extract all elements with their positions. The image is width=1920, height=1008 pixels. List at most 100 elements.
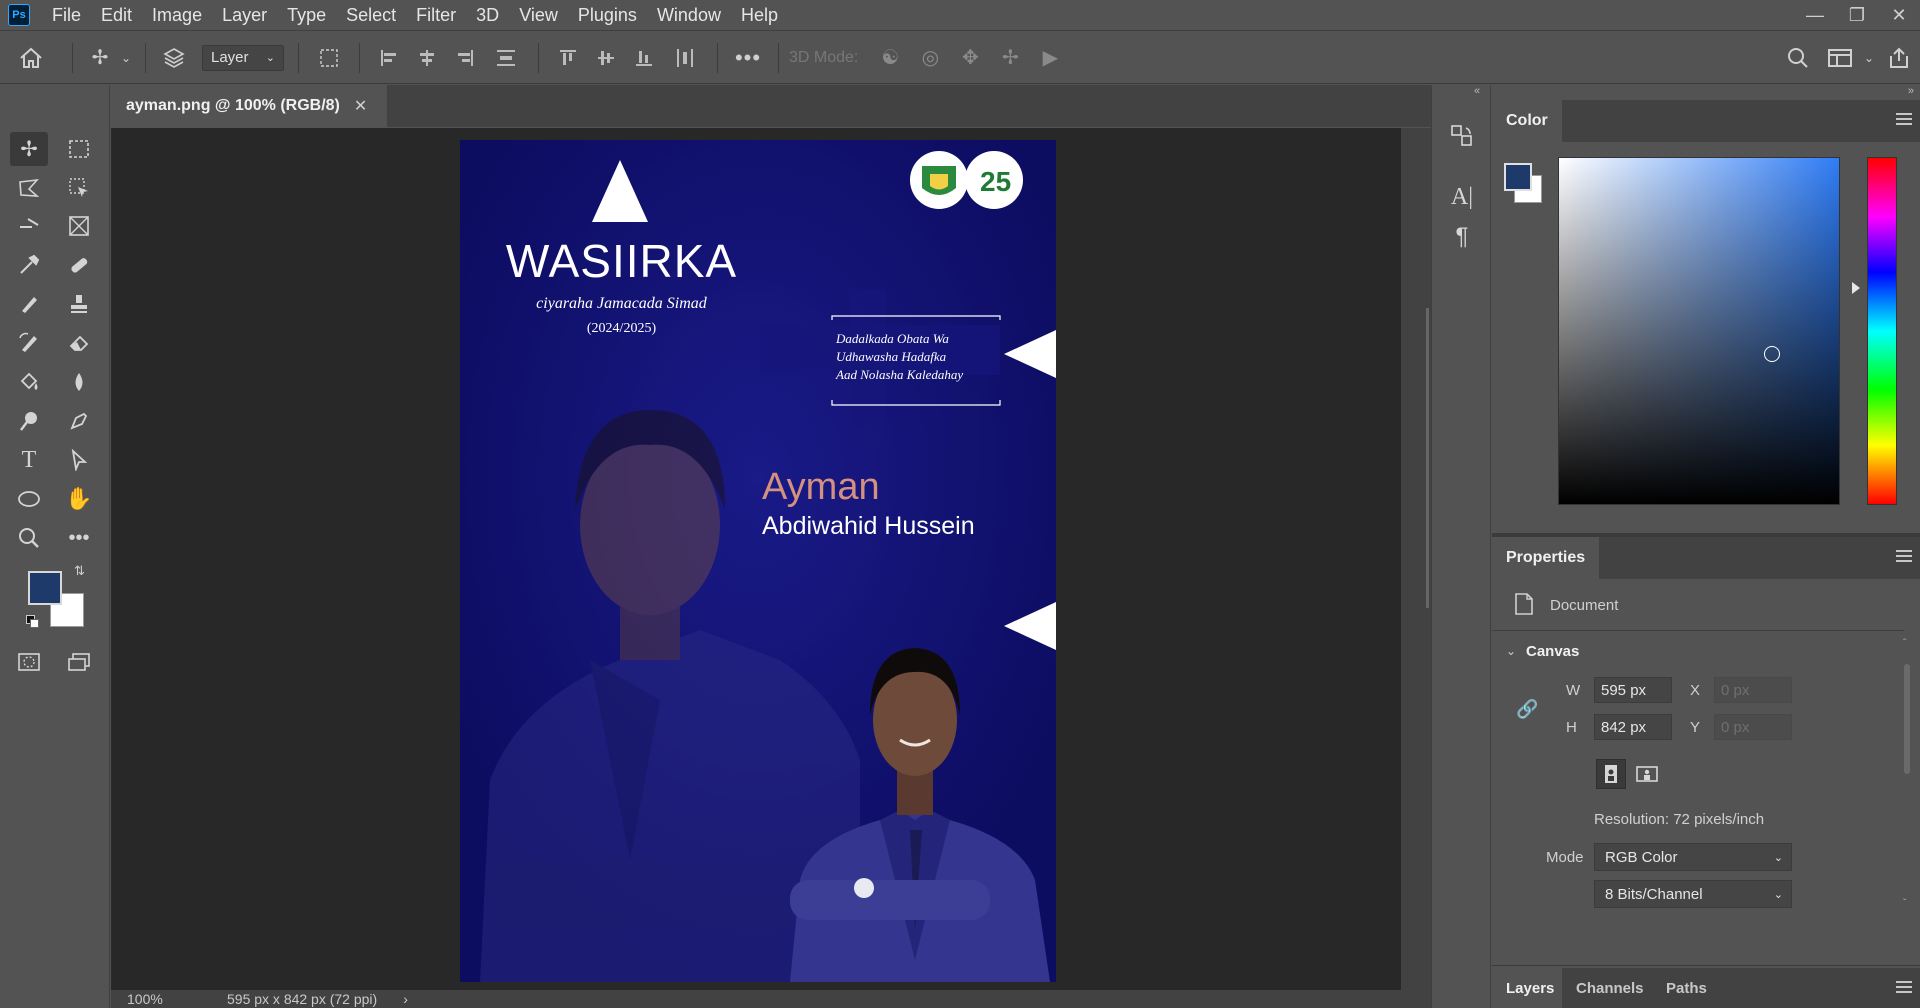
zoom-tool-icon[interactable] [10, 521, 48, 555]
expand-panels-icon[interactable]: » [1908, 85, 1914, 97]
3d-roll-icon[interactable]: ◎ [910, 32, 950, 84]
document-info[interactable]: 595 px x 842 px (72 ppi) [227, 991, 377, 1007]
transform-controls-icon[interactable] [309, 32, 349, 84]
history-brush-tool-icon[interactable] [10, 326, 48, 360]
more-options-icon[interactable]: ••• [728, 32, 768, 84]
character-panel-icon[interactable]: A| [1442, 177, 1482, 217]
align-top-icon[interactable] [549, 32, 587, 84]
move-tool-icon[interactable]: ✢ [83, 32, 117, 84]
minimize-icon[interactable]: — [1794, 0, 1836, 31]
move-tool-icon[interactable]: ✢ [10, 132, 48, 166]
restore-icon[interactable]: ❐ [1836, 0, 1878, 31]
menu-filter[interactable]: Filter [406, 0, 466, 31]
more-tools-icon[interactable]: ••• [60, 521, 98, 555]
link-icon[interactable]: 🔗 [1516, 699, 1538, 720]
tab-paths[interactable]: Paths [1652, 968, 1721, 1008]
paint-bucket-tool-icon[interactable] [10, 365, 48, 399]
share-icon[interactable] [1878, 32, 1920, 84]
canvas-height-input[interactable]: 842 px [1594, 714, 1672, 740]
tab-properties[interactable]: Properties [1492, 537, 1600, 579]
lasso-tool-icon[interactable] [10, 171, 48, 205]
canvas-area[interactable]: WASIIRKA ciyaraha Jamacada Simad (2024/2… [111, 128, 1401, 990]
home-icon[interactable] [0, 32, 62, 84]
marquee-tool-icon[interactable] [60, 132, 98, 166]
close-window-icon[interactable]: ✕ [1878, 0, 1920, 31]
3d-camera-icon[interactable]: ▶ [1030, 32, 1070, 84]
hand-tool-icon[interactable]: ✋ [60, 482, 98, 516]
chevron-right-icon[interactable]: › [403, 991, 408, 1007]
document-tab[interactable]: ayman.png @ 100% (RGB/8) ✕ [111, 85, 387, 127]
search-icon[interactable] [1776, 32, 1820, 84]
foreground-color-swatch[interactable] [28, 571, 62, 605]
paragraph-panel-icon[interactable]: ¶ [1442, 217, 1482, 257]
hue-slider[interactable] [1867, 157, 1897, 505]
menu-layer[interactable]: Layer [212, 0, 277, 31]
3d-slide-icon[interactable]: ✢ [990, 32, 1030, 84]
auto-select-layers-icon[interactable] [156, 32, 192, 84]
quick-mask-icon[interactable] [10, 645, 48, 679]
color-mode-select[interactable]: RGB Color ⌄ [1594, 843, 1792, 871]
menu-window[interactable]: Window [647, 0, 731, 31]
object-selection-tool-icon[interactable] [60, 171, 98, 205]
canvas-y-input[interactable]: 0 px [1714, 714, 1792, 740]
canvas-x-input[interactable]: 0 px [1714, 677, 1792, 703]
auto-select-target-select[interactable]: Layer ⌄ [202, 44, 284, 71]
canvas-width-input[interactable]: 595 px [1594, 677, 1672, 703]
clone-stamp-tool-icon[interactable] [60, 287, 98, 321]
panel-menu-icon[interactable] [1896, 981, 1912, 996]
menu-edit[interactable]: Edit [91, 0, 142, 31]
collapse-panels-icon[interactable]: « [1474, 85, 1480, 97]
align-bottom-icon[interactable] [625, 32, 663, 84]
screen-mode-icon[interactable] [60, 645, 98, 679]
blur-tool-icon[interactable] [60, 365, 98, 399]
menu-3d[interactable]: 3D [466, 0, 509, 31]
tab-channels[interactable]: Channels [1562, 968, 1658, 1008]
panel-menu-icon[interactable] [1896, 113, 1912, 128]
workspace-icon[interactable] [1820, 32, 1860, 84]
pen-tool-icon[interactable] [60, 404, 98, 438]
dodge-tool-icon[interactable] [10, 404, 48, 438]
color-picker-handle[interactable] [1764, 346, 1780, 362]
menu-view[interactable]: View [509, 0, 568, 31]
portrait-orientation-button[interactable] [1596, 759, 1626, 789]
tab-color[interactable]: Color [1492, 100, 1562, 142]
ellipse-tool-icon[interactable] [10, 482, 48, 516]
bit-depth-select[interactable]: 8 Bits/Channel ⌄ [1594, 880, 1792, 908]
canvas-section-title[interactable]: Canvas [1526, 643, 1579, 660]
distribute-horizontal-icon[interactable] [663, 32, 707, 84]
canvas-vertical-scrollbar[interactable] [1401, 128, 1431, 990]
3d-orbit-icon[interactable]: ☯ [870, 32, 910, 84]
menu-image[interactable]: Image [142, 0, 212, 31]
brush-tool-icon[interactable] [10, 287, 48, 321]
healing-brush-tool-icon[interactable] [60, 248, 98, 282]
chevron-down-icon[interactable]: ⌄ [1860, 32, 1878, 84]
color-field[interactable] [1558, 157, 1840, 505]
poster-artboard[interactable]: WASIIRKA ciyaraha Jamacada Simad (2024/2… [460, 140, 1056, 982]
path-selection-tool-icon[interactable] [60, 443, 98, 477]
default-colors-icon[interactable] [26, 615, 40, 629]
menu-plugins[interactable]: Plugins [568, 0, 647, 31]
align-right-icon[interactable] [446, 32, 484, 84]
color-panel-foreground-swatch[interactable] [1504, 163, 1532, 191]
eyedropper-tool-icon[interactable] [10, 248, 48, 282]
chevron-down-icon[interactable]: ⌄ [117, 32, 135, 84]
3d-pan-icon[interactable]: ✥ [950, 32, 990, 84]
hue-slider-handle[interactable] [1852, 282, 1860, 294]
landscape-orientation-button[interactable] [1632, 759, 1662, 789]
tab-layers[interactable]: Layers [1492, 968, 1569, 1008]
frame-tool-icon[interactable] [60, 209, 98, 243]
align-vertical-center-icon[interactable] [587, 32, 625, 84]
properties-scrollbar[interactable]: ˆ ˇ [1898, 638, 1916, 918]
close-icon[interactable]: ✕ [354, 96, 367, 116]
align-left-icon[interactable] [370, 32, 408, 84]
menu-file[interactable]: File [42, 0, 91, 31]
panel-menu-icon[interactable] [1896, 550, 1912, 565]
zoom-level[interactable]: 100% [127, 991, 227, 1007]
align-horizontal-center-icon[interactable] [408, 32, 446, 84]
eraser-tool-icon[interactable] [60, 326, 98, 360]
history-panel-icon[interactable] [1442, 117, 1482, 157]
crop-tool-icon[interactable] [10, 209, 48, 243]
menu-help[interactable]: Help [731, 0, 788, 31]
chevron-down-icon[interactable]: ⌄ [1506, 644, 1516, 658]
distribute-vertical-icon[interactable] [484, 32, 528, 84]
